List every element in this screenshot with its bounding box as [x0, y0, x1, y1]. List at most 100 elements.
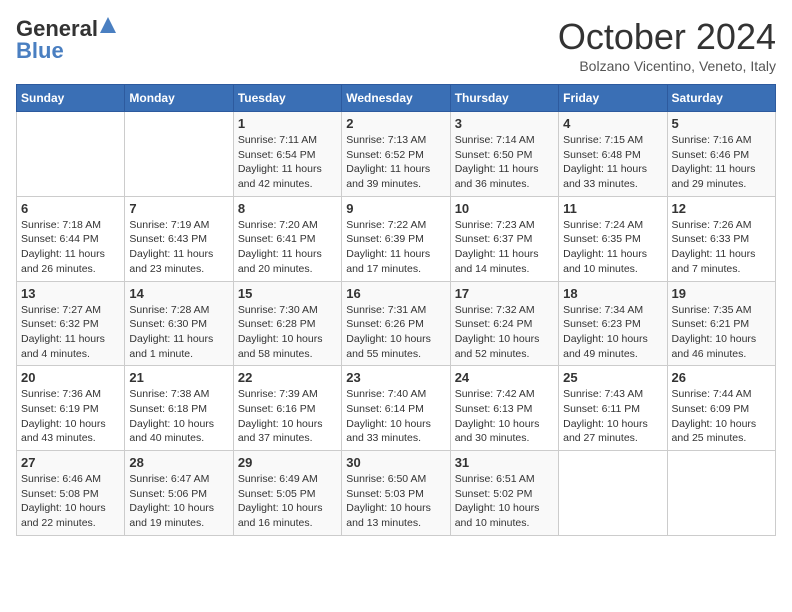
week-row-4: 20 Sunrise: 7:36 AMSunset: 6:19 PMDayligh… [17, 366, 776, 451]
day-info: Sunrise: 7:20 AMSunset: 6:41 PMDaylight:… [238, 218, 337, 277]
week-row-3: 13 Sunrise: 7:27 AMSunset: 6:32 PMDayligh… [17, 281, 776, 366]
day-info: Sunrise: 7:44 AMSunset: 6:09 PMDaylight:… [672, 387, 771, 446]
calendar-cell: 9Sunrise: 7:22 AMSunset: 6:39 PMDaylight… [342, 196, 450, 281]
day-info: Sunrise: 6:46 AMSunset: 5:08 PMDaylight:… [21, 472, 120, 531]
day-header-thursday: Thursday [450, 85, 558, 112]
calendar-cell: 21 Sunrise: 7:38 AMSunset: 6:18 PMDayligh… [125, 366, 233, 451]
calendar-cell: 13 Sunrise: 7:27 AMSunset: 6:32 PMDayligh… [17, 281, 125, 366]
calendar-cell: 11 Sunrise: 7:24 AMSunset: 6:35 PMDayligh… [559, 196, 667, 281]
week-row-1: 1Sunrise: 7:11 AMSunset: 6:54 PMDaylight… [17, 112, 776, 197]
day-number: 25 [563, 370, 662, 385]
day-number: 29 [238, 455, 337, 470]
day-number: 30 [346, 455, 445, 470]
calendar-cell: 5Sunrise: 7:16 AMSunset: 6:46 PMDaylight… [667, 112, 775, 197]
calendar-cell: 6 Sunrise: 7:18 AMSunset: 6:44 PMDaylight… [17, 196, 125, 281]
calendar-cell: 30 Sunrise: 6:50 AMSunset: 5:03 PMDayligh… [342, 451, 450, 536]
day-info: Sunrise: 7:26 AMSunset: 6:33 PMDaylight:… [672, 218, 771, 277]
week-row-5: 27 Sunrise: 6:46 AMSunset: 5:08 PMDayligh… [17, 451, 776, 536]
month-title: October 2024 [558, 16, 776, 58]
day-info: Sunrise: 6:51 AMSunset: 5:02 PMDaylight:… [455, 472, 554, 531]
day-number: 20 [21, 370, 120, 385]
calendar-cell: 14 Sunrise: 7:28 AMSunset: 6:30 PMDayligh… [125, 281, 233, 366]
day-info: Sunrise: 7:28 AMSunset: 6:30 PMDaylight:… [129, 303, 228, 362]
day-number: 17 [455, 286, 554, 301]
day-number: 5 [672, 116, 771, 131]
day-number: 3 [455, 116, 554, 131]
day-info: Sunrise: 7:14 AMSunset: 6:50 PMDaylight:… [455, 133, 554, 192]
title-area: October 2024 Bolzano Vicentino, Veneto, … [558, 16, 776, 74]
day-number: 9 [346, 201, 445, 216]
calendar-cell: 8 Sunrise: 7:20 AMSunset: 6:41 PMDaylight… [233, 196, 341, 281]
week-row-2: 6 Sunrise: 7:18 AMSunset: 6:44 PMDaylight… [17, 196, 776, 281]
calendar-cell: 3 Sunrise: 7:14 AMSunset: 6:50 PMDaylight… [450, 112, 558, 197]
page-header: General Blue October 2024 Bolzano Vicent… [16, 16, 776, 74]
day-info: Sunrise: 7:31 AMSunset: 6:26 PMDaylight:… [346, 303, 445, 362]
calendar-cell: 10 Sunrise: 7:23 AMSunset: 6:37 PMDayligh… [450, 196, 558, 281]
day-number: 2 [346, 116, 445, 131]
day-number: 24 [455, 370, 554, 385]
day-number: 6 [21, 201, 120, 216]
calendar-cell: 27 Sunrise: 6:46 AMSunset: 5:08 PMDayligh… [17, 451, 125, 536]
calendar-cell: 23Sunrise: 7:40 AMSunset: 6:14 PMDayligh… [342, 366, 450, 451]
calendar-cell: 15Sunrise: 7:30 AMSunset: 6:28 PMDayligh… [233, 281, 341, 366]
day-number: 12 [672, 201, 771, 216]
day-number: 21 [129, 370, 228, 385]
calendar-cell: 18Sunrise: 7:34 AMSunset: 6:23 PMDayligh… [559, 281, 667, 366]
day-info: Sunrise: 6:50 AMSunset: 5:03 PMDaylight:… [346, 472, 445, 531]
day-number: 27 [21, 455, 120, 470]
calendar-cell: 12 Sunrise: 7:26 AMSunset: 6:33 PMDayligh… [667, 196, 775, 281]
day-number: 19 [672, 286, 771, 301]
day-info: Sunrise: 7:36 AMSunset: 6:19 PMDaylight:… [21, 387, 120, 446]
day-info: Sunrise: 7:42 AMSunset: 6:13 PMDaylight:… [455, 387, 554, 446]
day-info: Sunrise: 6:47 AMSunset: 5:06 PMDaylight:… [129, 472, 228, 531]
calendar-cell: 1Sunrise: 7:11 AMSunset: 6:54 PMDaylight… [233, 112, 341, 197]
calendar-cell: 20 Sunrise: 7:36 AMSunset: 6:19 PMDayligh… [17, 366, 125, 451]
day-header-wednesday: Wednesday [342, 85, 450, 112]
logo: General Blue [16, 16, 116, 64]
day-info: Sunrise: 6:49 AMSunset: 5:05 PMDaylight:… [238, 472, 337, 531]
day-number: 7 [129, 201, 228, 216]
day-info: Sunrise: 7:35 AMSunset: 6:21 PMDaylight:… [672, 303, 771, 362]
day-info: Sunrise: 7:40 AMSunset: 6:14 PMDaylight:… [346, 387, 445, 446]
day-header-monday: Monday [125, 85, 233, 112]
day-number: 28 [129, 455, 228, 470]
calendar-cell [667, 451, 775, 536]
day-header-friday: Friday [559, 85, 667, 112]
day-info: Sunrise: 7:38 AMSunset: 6:18 PMDaylight:… [129, 387, 228, 446]
calendar-cell: 19 Sunrise: 7:35 AMSunset: 6:21 PMDayligh… [667, 281, 775, 366]
day-info: Sunrise: 7:27 AMSunset: 6:32 PMDaylight:… [21, 303, 120, 362]
calendar-cell [559, 451, 667, 536]
calendar-cell: 17Sunrise: 7:32 AMSunset: 6:24 PMDayligh… [450, 281, 558, 366]
day-info: Sunrise: 7:24 AMSunset: 6:35 PMDaylight:… [563, 218, 662, 277]
calendar-table: SundayMondayTuesdayWednesdayThursdayFrid… [16, 84, 776, 536]
day-number: 31 [455, 455, 554, 470]
calendar-cell: 16Sunrise: 7:31 AMSunset: 6:26 PMDayligh… [342, 281, 450, 366]
logo-blue-text: Blue [16, 38, 64, 64]
day-number: 11 [563, 201, 662, 216]
day-info: Sunrise: 7:30 AMSunset: 6:28 PMDaylight:… [238, 303, 337, 362]
calendar-cell: 26 Sunrise: 7:44 AMSunset: 6:09 PMDayligh… [667, 366, 775, 451]
day-number: 8 [238, 201, 337, 216]
day-header-sunday: Sunday [17, 85, 125, 112]
calendar-cell: 4Sunrise: 7:15 AMSunset: 6:48 PMDaylight… [559, 112, 667, 197]
calendar-cell [125, 112, 233, 197]
day-number: 10 [455, 201, 554, 216]
day-info: Sunrise: 7:13 AMSunset: 6:52 PMDaylight:… [346, 133, 445, 192]
day-info: Sunrise: 7:15 AMSunset: 6:48 PMDaylight:… [563, 133, 662, 192]
day-number: 1 [238, 116, 337, 131]
day-info: Sunrise: 7:18 AMSunset: 6:44 PMDaylight:… [21, 218, 120, 277]
calendar-cell: 31 Sunrise: 6:51 AMSunset: 5:02 PMDayligh… [450, 451, 558, 536]
day-number: 18 [563, 286, 662, 301]
calendar-cell: 24 Sunrise: 7:42 AMSunset: 6:13 PMDayligh… [450, 366, 558, 451]
day-info: Sunrise: 7:23 AMSunset: 6:37 PMDaylight:… [455, 218, 554, 277]
calendar-cell: 28 Sunrise: 6:47 AMSunset: 5:06 PMDayligh… [125, 451, 233, 536]
days-header-row: SundayMondayTuesdayWednesdayThursdayFrid… [17, 85, 776, 112]
day-info: Sunrise: 7:19 AMSunset: 6:43 PMDaylight:… [129, 218, 228, 277]
day-number: 26 [672, 370, 771, 385]
day-number: 22 [238, 370, 337, 385]
calendar-cell: 2 Sunrise: 7:13 AMSunset: 6:52 PMDaylight… [342, 112, 450, 197]
day-number: 14 [129, 286, 228, 301]
day-number: 13 [21, 286, 120, 301]
location-text: Bolzano Vicentino, Veneto, Italy [558, 58, 776, 74]
day-info: Sunrise: 7:43 AMSunset: 6:11 PMDaylight:… [563, 387, 662, 446]
